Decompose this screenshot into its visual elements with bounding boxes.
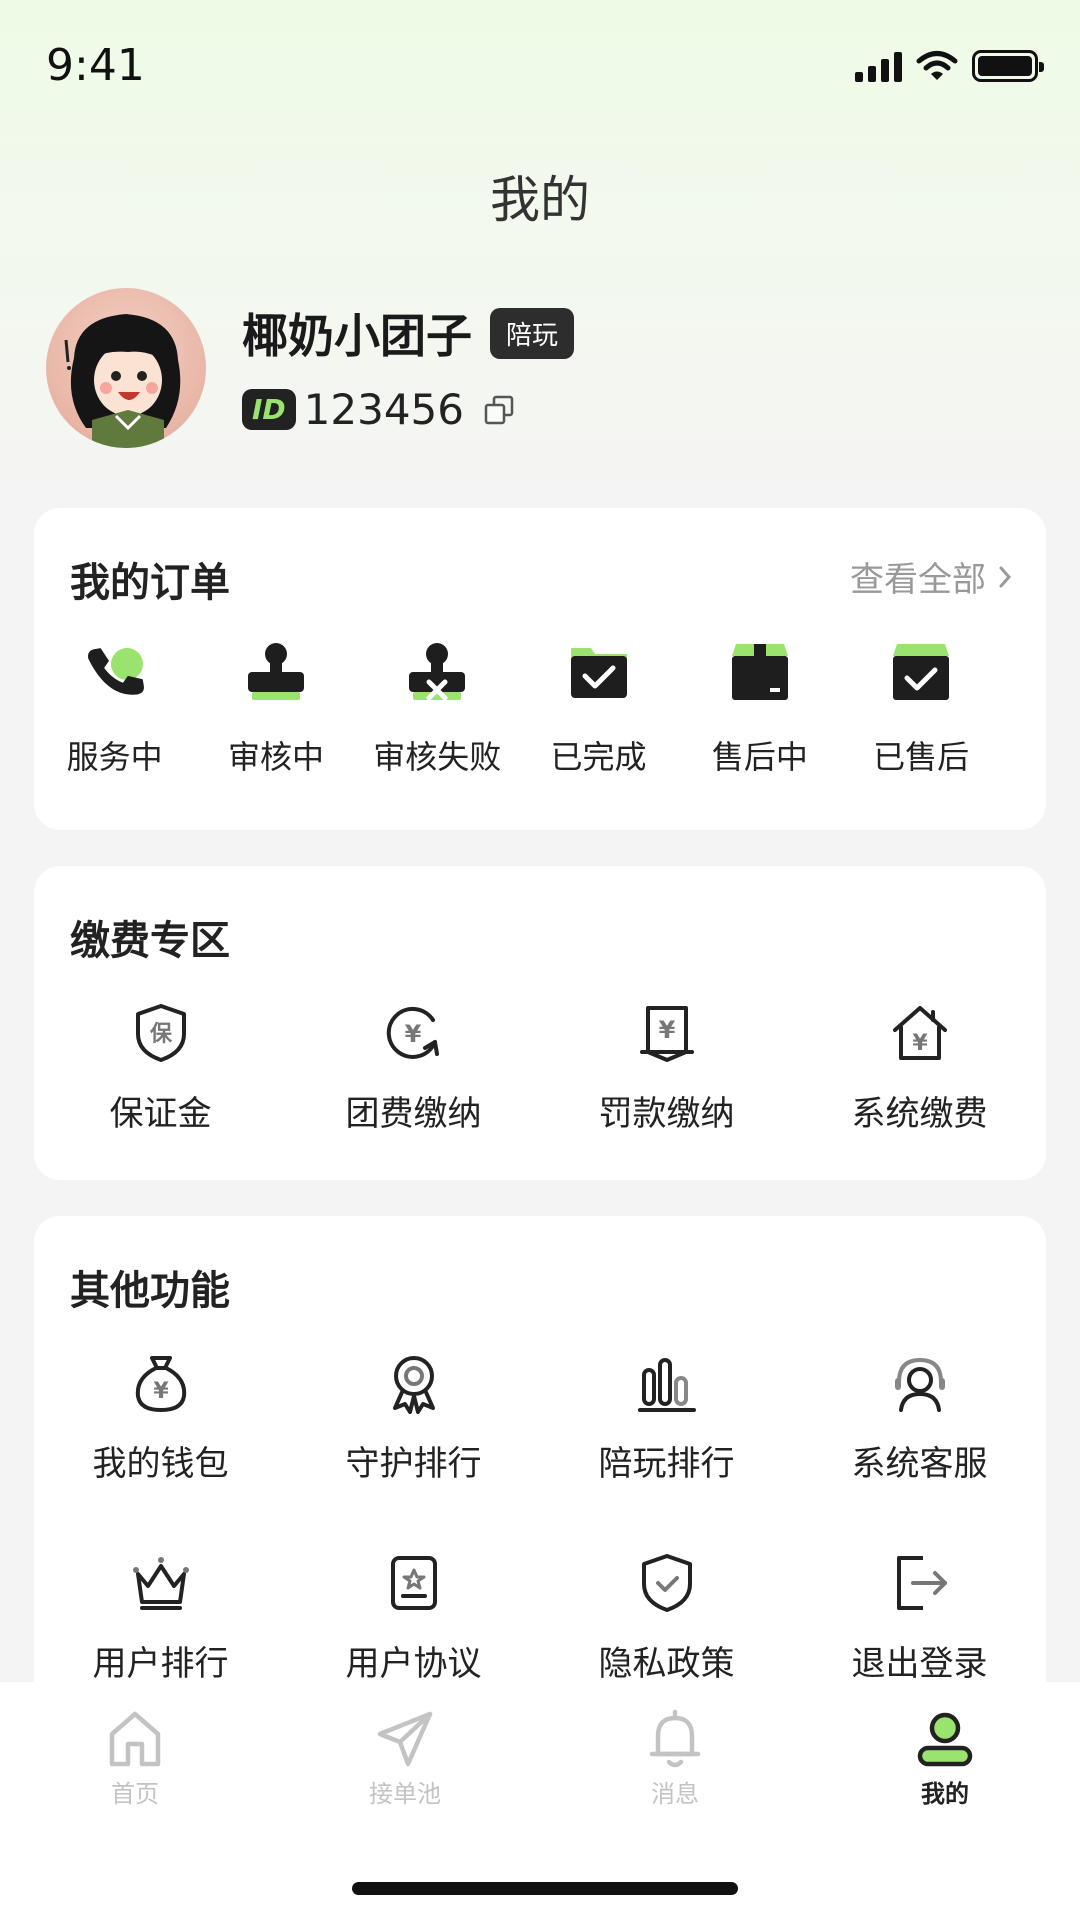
crown-icon (132, 1557, 189, 1610)
page-title: 我的 (490, 171, 590, 229)
grid-label: 陪玩排行 (598, 1444, 735, 1484)
privacy-policy-item[interactable]: 隐私政策 (540, 1552, 793, 1685)
view-all-orders-link[interactable]: 查看全部 (850, 552, 1012, 601)
grid-label: 保证金 (109, 1094, 212, 1134)
username-row: 椰奶小团子 陪玩 (242, 300, 575, 366)
home-indicator (352, 1882, 738, 1895)
yen-house-icon: ¥ (892, 1006, 947, 1060)
status-time: 9:41 (46, 40, 145, 91)
tab-order-pool[interactable]: 接单池 (270, 1708, 540, 1809)
tab-label: 首页 (111, 1780, 159, 1808)
grid-label: 用户排行 (92, 1644, 229, 1684)
order-label: 审核中 (227, 738, 324, 776)
order-label: 服务中 (66, 738, 163, 776)
tab-label: 消息 (651, 1780, 699, 1808)
phone-icon (87, 648, 144, 695)
status-icons (855, 50, 1044, 82)
other-functions-card: 其他功能 ¥ 我的钱包 守护排行 陪玩排行 系统客服 用户排行 用户协议 隐私政… (34, 1216, 1046, 1736)
grid-label: 系统缴费 (851, 1094, 988, 1134)
team-fee-item[interactable]: ¥ 团费缴纳 (287, 1002, 540, 1135)
id-badge: ID (242, 389, 296, 430)
money-bag-icon: ¥ (135, 1356, 186, 1412)
guardian-ranking-item[interactable]: 守护排行 (287, 1352, 540, 1485)
order-status-after-sale-done[interactable]: 已售后 (840, 638, 1001, 778)
grid-label: 团费缴纳 (345, 1094, 482, 1134)
wifi-icon (916, 51, 958, 80)
tab-home[interactable]: 首页 (0, 1708, 270, 1809)
tab-messages[interactable]: 消息 (540, 1708, 810, 1809)
avatar[interactable] (46, 288, 206, 448)
orders-title: 我的订单 (70, 560, 230, 606)
order-status-in-service[interactable]: 服务中 (34, 638, 195, 778)
orders-card: 我的订单 查看全部 服务中 审核中 审核失败 已完成 售后中 已售后 (34, 508, 1046, 830)
stamp-icon (247, 643, 304, 700)
payment-card: 缴费专区 保 保证金 ¥ 团费缴纳 ¥ 罚款缴纳 ¥ 系统缴费 (34, 866, 1046, 1180)
battery-icon (972, 50, 1044, 82)
tab-label: 我的 (921, 1780, 969, 1808)
user-ranking-item[interactable]: 用户排行 (34, 1552, 287, 1685)
grid-label: 我的钱包 (92, 1444, 229, 1484)
box-icon (731, 644, 788, 700)
order-status-review-failed[interactable]: 审核失败 (357, 638, 518, 778)
tab-mine[interactable]: 我的 (810, 1708, 1080, 1809)
other-title: 其他功能 (70, 1268, 230, 1314)
system-fee-item[interactable]: ¥ 系统缴费 (793, 1002, 1046, 1135)
stamp-fail-icon (409, 643, 466, 701)
order-label: 审核失败 (373, 738, 502, 776)
user-icon (917, 1712, 973, 1767)
svg-text:¥: ¥ (658, 1016, 675, 1044)
view-all-label: 查看全部 (850, 560, 986, 600)
yen-doc-icon: ¥ (639, 1006, 694, 1062)
grid-label: 守护排行 (345, 1444, 482, 1484)
logout-item[interactable]: 退出登录 (793, 1552, 1046, 1685)
order-label: 售后中 (711, 738, 808, 776)
payment-title: 缴费专区 (70, 918, 230, 964)
order-status-reviewing[interactable]: 审核中 (195, 638, 356, 778)
grid-label: 隐私政策 (598, 1644, 735, 1684)
grid-label: 用户协议 (345, 1644, 482, 1684)
user-id-row: ID 123456 (242, 385, 514, 434)
agreement-icon (390, 1556, 437, 1610)
user-agreement-item[interactable]: 用户协议 (287, 1552, 540, 1685)
fine-payment-item[interactable]: ¥ 罚款缴纳 (540, 1002, 793, 1135)
svg-text:¥: ¥ (404, 1020, 421, 1048)
customer-service-item[interactable]: 系统客服 (793, 1352, 1046, 1485)
my-wallet-item[interactable]: ¥ 我的钱包 (34, 1352, 287, 1485)
yen-circle-icon: ¥ (386, 1006, 439, 1059)
svg-text:¥: ¥ (153, 1379, 169, 1404)
cellular-signal-icon (855, 50, 902, 82)
box-check-icon (893, 644, 950, 700)
headset-icon (894, 1357, 945, 1412)
medal-icon (392, 1356, 435, 1414)
avatar-illustration (64, 314, 181, 448)
svg-text:¥: ¥ (912, 1031, 928, 1056)
user-id: 123456 (303, 385, 465, 434)
deposit-item[interactable]: 保 保证金 (34, 1002, 287, 1135)
folder-check-icon (570, 648, 627, 698)
copy-icon[interactable] (484, 395, 514, 425)
grid-label: 系统客服 (851, 1444, 988, 1484)
order-status-completed[interactable]: 已完成 (518, 638, 679, 778)
status-bar: 9:41 (0, 0, 1080, 130)
order-label: 已售后 (873, 738, 970, 776)
bar-chart-icon (637, 1358, 696, 1412)
username: 椰奶小团子 (242, 309, 472, 363)
logout-icon (896, 1556, 947, 1610)
shield-check-icon (641, 1554, 692, 1612)
order-status-after-sale[interactable]: 售后中 (679, 638, 840, 778)
tab-label: 接单池 (369, 1780, 441, 1808)
svg-text:保: 保 (148, 1022, 172, 1047)
order-label: 已完成 (550, 738, 647, 776)
grid-label: 退出登录 (851, 1644, 988, 1684)
role-badge: 陪玩 (490, 307, 575, 359)
send-icon (377, 1711, 433, 1767)
home-icon (109, 1711, 161, 1767)
companion-ranking-item[interactable]: 陪玩排行 (540, 1352, 793, 1485)
chevron-right-icon (999, 566, 1012, 587)
bell-icon (649, 1709, 701, 1768)
grid-label: 罚款缴纳 (598, 1094, 735, 1134)
shield-guarantee-icon: 保 (135, 1004, 186, 1062)
